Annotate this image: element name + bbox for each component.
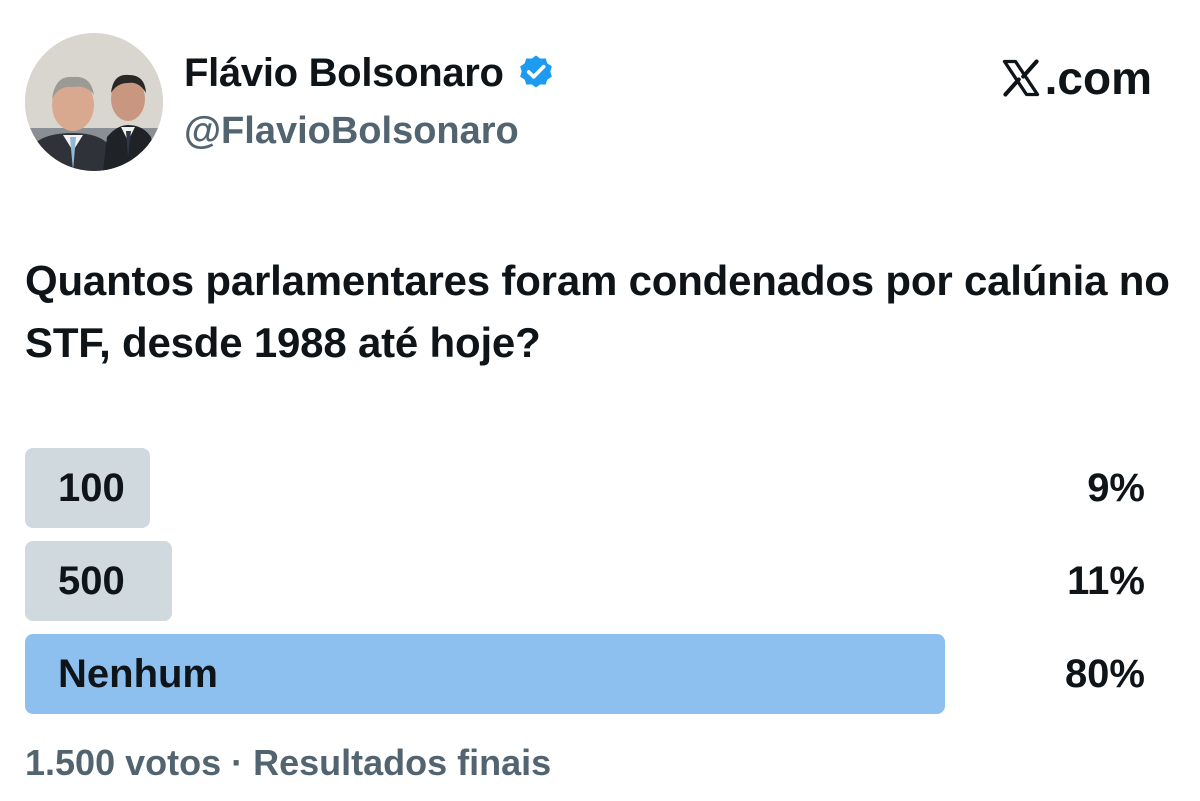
- x-logo-icon: [1002, 59, 1039, 97]
- author-name-row[interactable]: Flávio Bolsonaro: [184, 50, 556, 96]
- avatar-photo: [25, 33, 163, 171]
- poll-option-percent: 11%: [1067, 559, 1145, 603]
- poll-option-label: 500: [58, 559, 125, 603]
- verified-badge-icon: [516, 53, 556, 93]
- poll-option: 100 9%: [25, 448, 1145, 528]
- poll-option-label: Nenhum: [58, 652, 218, 696]
- poll-option-percent: 9%: [1087, 466, 1145, 510]
- poll-option: 500 11%: [25, 541, 1145, 621]
- post-text: Quantos parlamentares foram condenados p…: [25, 257, 1170, 366]
- brand-mark: .com: [999, 50, 1152, 106]
- avatar[interactable]: [25, 33, 163, 171]
- poll-option-percent: 80%: [1064, 652, 1145, 696]
- poll-option-label: 100: [58, 466, 125, 510]
- author-handle[interactable]: @FlavioBolsonaro: [184, 108, 519, 154]
- brand-label: .com: [1044, 52, 1152, 104]
- poll-option: Nenhum 80%: [25, 634, 1145, 714]
- author-display-name[interactable]: Flávio Bolsonaro: [184, 50, 504, 96]
- poll-footer: 1.500 votos · Resultados finais: [25, 742, 552, 783]
